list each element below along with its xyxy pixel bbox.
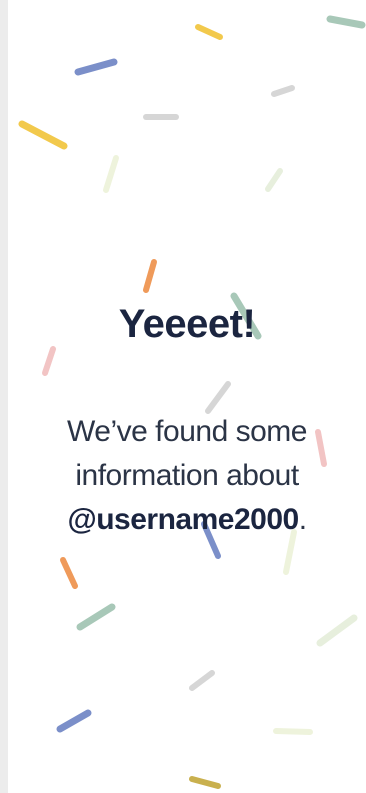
message-suffix: . xyxy=(298,503,307,536)
success-message: We’ve found some information about @user… xyxy=(8,410,366,542)
username-text: @username2000 xyxy=(67,503,299,536)
success-title: Yeeeet! xyxy=(118,302,256,346)
message-line-1: We’ve found some xyxy=(67,415,307,448)
result-card: Yeeeet! We’ve found some information abo… xyxy=(8,0,366,793)
success-content: Yeeeet! We’ve found some information abo… xyxy=(8,0,366,793)
message-line-2: information about xyxy=(75,459,299,492)
